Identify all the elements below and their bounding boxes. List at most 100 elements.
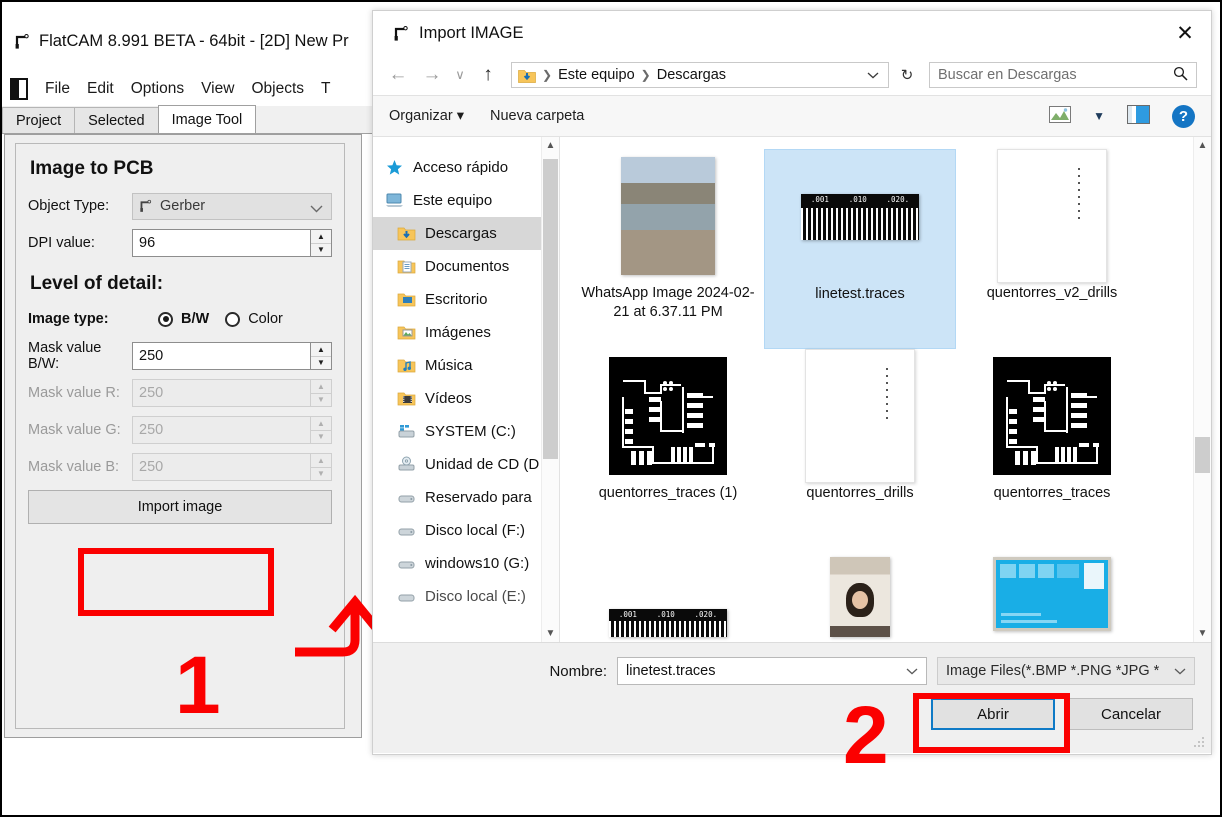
file-item[interactable] <box>956 549 1148 639</box>
sidebar-item-system-c[interactable]: SYSTEM (C:) <box>373 415 559 448</box>
dialog-buttons: Abrir Cancelar <box>373 685 1211 730</box>
menu-tool[interactable]: T <box>321 80 330 98</box>
dpi-spin-up[interactable]: ▲ <box>311 230 331 244</box>
file-label: WhatsApp Image 2024-02-21 at 6.37.11 PM <box>581 285 755 321</box>
help-icon[interactable]: ? <box>1172 104 1195 128</box>
file-item[interactable]: quentorres_v2_drills <box>956 149 1148 349</box>
file-list[interactable]: WhatsApp Image 2024-02-21 at 6.37.11 PM … <box>559 137 1211 642</box>
sidebar-item-disco-local-f[interactable]: Disco local (F:) <box>373 514 559 547</box>
dpi-spin-down[interactable]: ▼ <box>311 243 331 256</box>
tab-project[interactable]: Project <box>2 107 76 133</box>
radio-bw[interactable] <box>158 311 173 327</box>
sidebar-scrollbar[interactable]: ▲ ▼ <box>541 137 559 642</box>
hard-drive-icon <box>397 423 416 440</box>
menu-options[interactable]: Options <box>131 80 184 98</box>
search-input[interactable]: Buscar en Descargas <box>929 62 1197 88</box>
toggle-sidebar-icon[interactable] <box>10 78 28 100</box>
refresh-icon[interactable]: ↻ <box>893 62 921 88</box>
scroll-up-icon[interactable]: ▲ <box>1194 137 1211 154</box>
breadcrumb-item-0[interactable]: Este equipo <box>558 67 635 83</box>
breadcrumb-item-1[interactable]: Descargas <box>657 67 726 83</box>
mask-bw-row: Mask value B/W: 250 ▲ ▼ <box>28 340 332 372</box>
file-label: quentorres_v2_drills <box>986 285 1118 301</box>
ruler-marks <box>801 208 919 240</box>
dpi-row: DPI value: 96 ▲ ▼ <box>28 229 332 257</box>
breadcrumb-separator: ❯ <box>640 68 651 82</box>
dpi-stepper[interactable]: 96 ▲ ▼ <box>132 229 332 257</box>
tab-selected[interactable]: Selected <box>74 107 159 133</box>
sidebar-item-acceso-rapido[interactable]: Acceso rápido <box>373 151 559 184</box>
scrollbar-thumb[interactable] <box>1195 437 1210 473</box>
file-item[interactable]: quentorres_traces <box>956 349 1148 549</box>
chevron-down-icon[interactable] <box>906 664 918 678</box>
scroll-down-icon[interactable]: ▼ <box>1194 625 1211 642</box>
file-item[interactable]: .001.010.020. <box>572 549 764 639</box>
resize-grip-icon[interactable] <box>1194 737 1206 749</box>
menu-objects[interactable]: Objects <box>251 80 304 98</box>
file-item[interactable]: .001.010.020. linetest.traces <box>764 149 956 349</box>
menu-view[interactable]: View <box>201 80 234 98</box>
view-options-icon[interactable] <box>1049 105 1072 127</box>
file-type-filter[interactable]: Image Files(*.BMP *.PNG *JPG * <box>937 657 1195 685</box>
annotation-step-1: 1 <box>175 640 221 731</box>
white-sheet-thumbnail <box>805 349 915 483</box>
forward-arrow-icon[interactable]: → <box>417 60 447 90</box>
mask-bw-spin-buttons[interactable]: ▲ ▼ <box>310 343 331 369</box>
downloads-folder-icon <box>397 225 416 242</box>
close-icon[interactable]: ✕ <box>1159 11 1211 55</box>
flatcam-title: FlatCAM 8.991 BETA - 64bit - [2D] New Pr <box>39 31 349 50</box>
annotation-step-2: 2 <box>843 690 889 781</box>
object-type-select[interactable]: Gerber <box>132 192 332 220</box>
files-scrollbar[interactable]: ▲ ▼ <box>1193 137 1211 642</box>
file-grid: WhatsApp Image 2024-02-21 at 6.37.11 PM … <box>560 137 1172 639</box>
address-bar[interactable]: ❯ Este equipo ❯ Descargas <box>511 62 889 88</box>
sidebar-item-documentos[interactable]: Documentos <box>373 250 559 283</box>
new-folder-button[interactable]: Nueva carpeta <box>490 108 584 124</box>
organize-menu[interactable]: Organizar ▾ <box>389 108 464 124</box>
sidebar-item-imagenes[interactable]: Imágenes <box>373 316 559 349</box>
menu-file[interactable]: File <box>45 80 70 98</box>
sidebar-item-musica[interactable]: Música <box>373 349 559 382</box>
mask-bw-spin-down[interactable]: ▼ <box>311 356 331 369</box>
mask-g-spin-up: ▲ <box>311 417 331 431</box>
scroll-up-icon[interactable]: ▲ <box>542 137 559 154</box>
mask-bw-stepper[interactable]: 250 ▲ ▼ <box>132 342 332 370</box>
radio-color[interactable] <box>225 311 241 327</box>
sidebar-item-descargas[interactable]: Descargas <box>373 217 559 250</box>
file-item[interactable]: WhatsApp Image 2024-02-21 at 6.37.11 PM <box>572 149 764 349</box>
dpi-value: 96 <box>139 235 156 251</box>
menu-edit[interactable]: Edit <box>87 80 114 98</box>
flatcam-logo-icon <box>15 33 29 49</box>
sidebar-item-reservado[interactable]: Reservado para <box>373 481 559 514</box>
tab-image-tool[interactable]: Image Tool <box>157 105 257 133</box>
mask-bw-spin-up[interactable]: ▲ <box>311 343 331 357</box>
ruler-ticks: .001.010.020. <box>810 195 910 204</box>
chevron-down-icon[interactable]: ▼ <box>1093 109 1105 123</box>
sidebar-item-videos[interactable]: Vídeos <box>373 382 559 415</box>
desktop-folder-icon <box>397 291 416 308</box>
preview-pane-icon[interactable] <box>1127 104 1150 128</box>
sidebar-item-disco-local-e[interactable]: Disco local (E:) <box>373 580 559 613</box>
import-image-button[interactable]: Import image <box>28 490 332 524</box>
radio-bw-label: B/W <box>181 311 210 327</box>
scroll-down-icon[interactable]: ▼ <box>542 625 559 642</box>
up-arrow-icon[interactable]: ↑ <box>473 60 503 90</box>
sidebar-item-unidad-cd[interactable]: Unidad de CD (D <box>373 448 559 481</box>
search-icon[interactable] <box>1173 66 1188 85</box>
sidebar-item-este-equipo[interactable]: Este equipo <box>373 184 559 217</box>
recent-locations-icon[interactable]: ∨ <box>451 60 469 90</box>
mask-b-row: Mask value B: 250 ▲ ▼ <box>28 453 332 481</box>
cancel-button[interactable]: Cancelar <box>1069 698 1193 730</box>
chevron-down-icon[interactable] <box>867 68 882 82</box>
file-item[interactable] <box>764 549 956 639</box>
back-arrow-icon[interactable]: ← <box>383 60 413 90</box>
scrollbar-thumb[interactable] <box>543 159 558 459</box>
dpi-spin-buttons[interactable]: ▲ ▼ <box>310 230 331 256</box>
sidebar-item-windows10-g[interactable]: windows10 (G:) <box>373 547 559 580</box>
sidebar-item-escritorio[interactable]: Escritorio <box>373 283 559 316</box>
chevron-down-icon[interactable] <box>1170 664 1186 678</box>
file-item[interactable]: quentorres_drills <box>764 349 956 549</box>
file-item[interactable]: quentorres_traces (1) <box>572 349 764 549</box>
chevron-down-icon <box>310 201 323 217</box>
filename-input[interactable]: linetest.traces <box>617 657 927 685</box>
